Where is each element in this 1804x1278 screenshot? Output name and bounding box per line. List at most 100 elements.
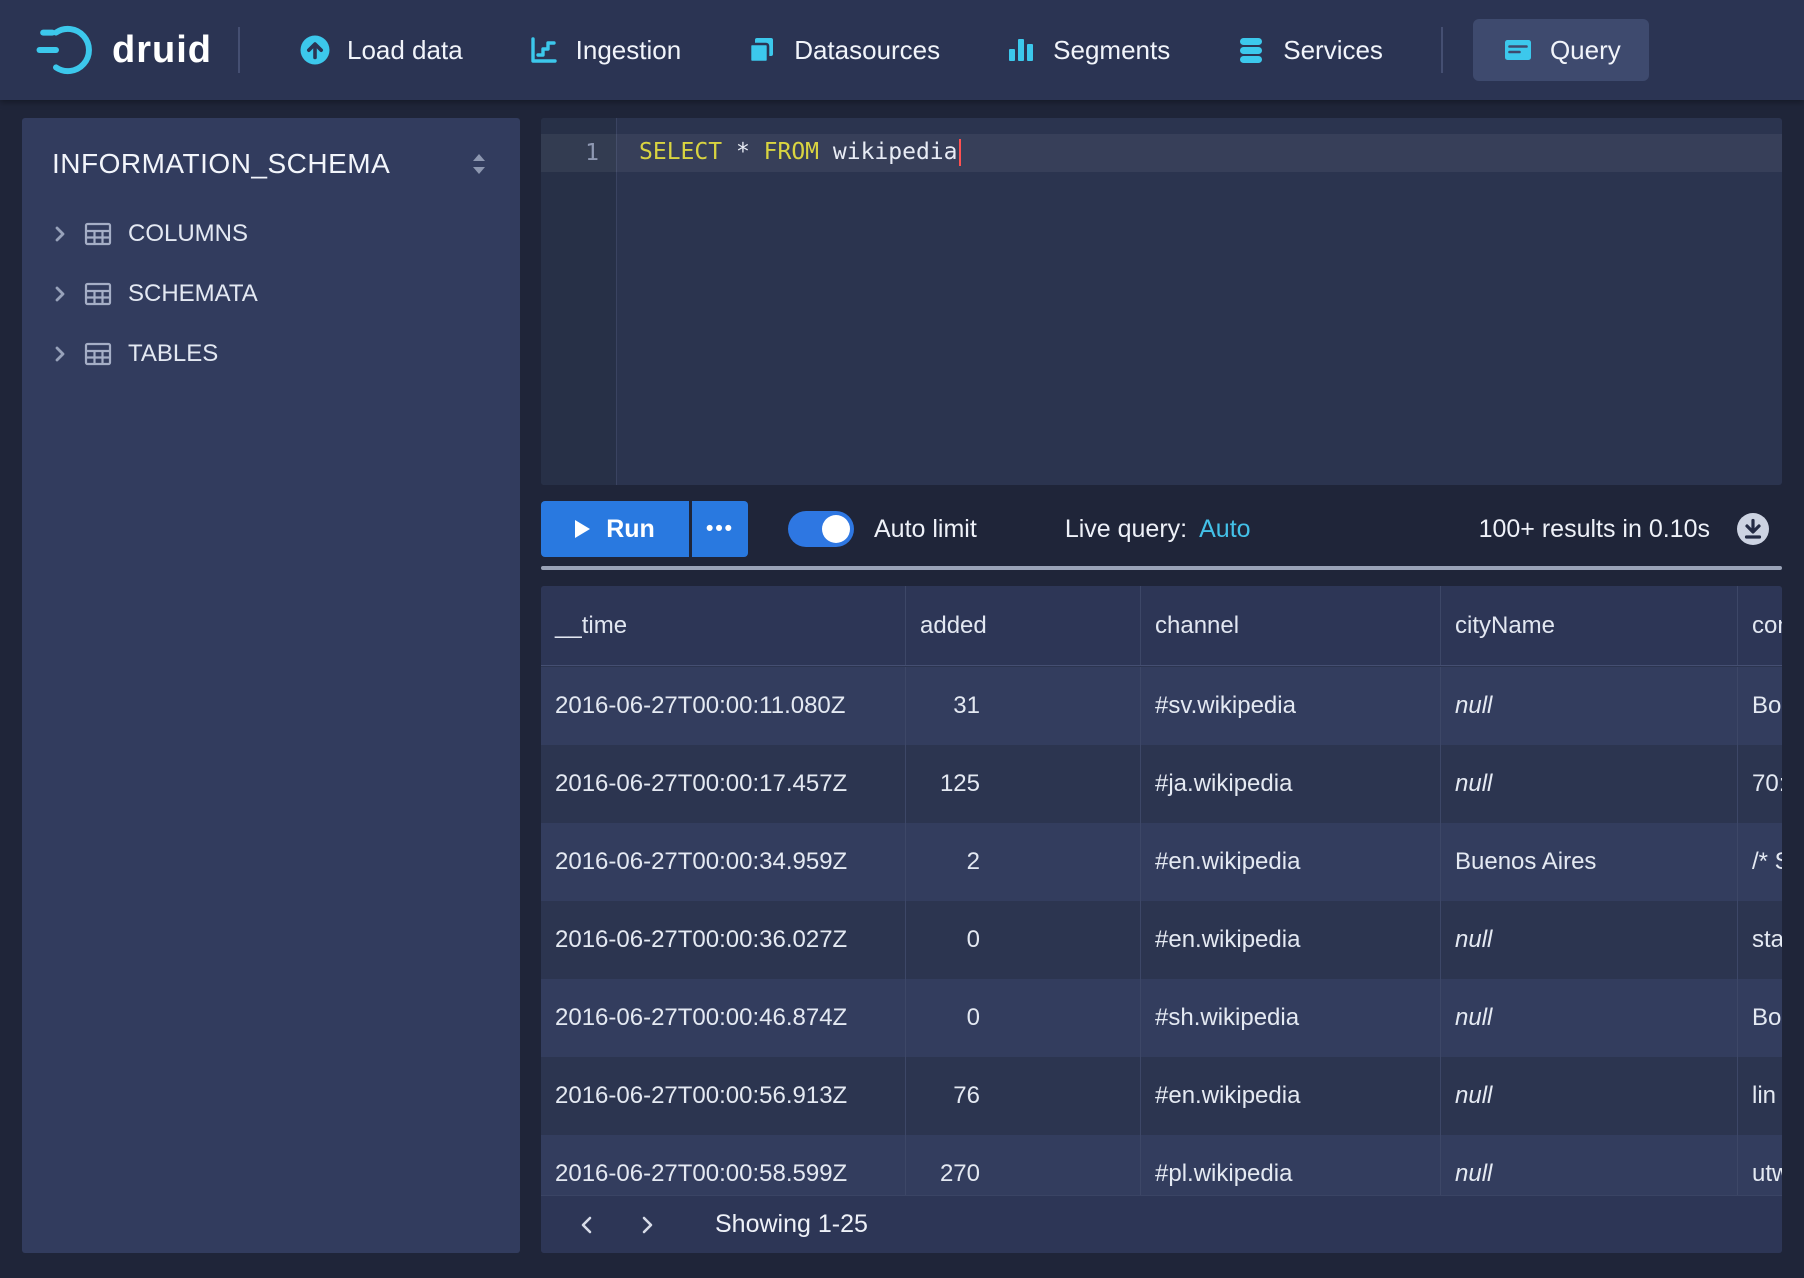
druid-logo-icon bbox=[34, 24, 100, 76]
table-grid-icon bbox=[84, 222, 112, 246]
cell-comment: Bo bbox=[1737, 979, 1782, 1057]
ingestion-chart-icon bbox=[527, 33, 561, 67]
sidebar-item-tables[interactable]: TABLES bbox=[22, 324, 520, 384]
column-header-channel[interactable]: channel bbox=[1140, 586, 1440, 665]
tree-item-label: COLUMNS bbox=[128, 220, 248, 248]
cell-time: 2016-06-27T00:00:46.874Z bbox=[541, 979, 905, 1057]
nav-query[interactable]: Query bbox=[1473, 19, 1649, 81]
next-page-button[interactable] bbox=[625, 1203, 669, 1247]
upload-icon bbox=[298, 33, 332, 67]
pagination-bar: Showing 1-25 bbox=[541, 1195, 1782, 1253]
table-row: 2016-06-27T00:00:34.959Z 2 #en.wikipedia… bbox=[541, 823, 1782, 901]
showing-range-label: Showing 1-25 bbox=[715, 1210, 868, 1239]
cell-added: 125 bbox=[905, 745, 1140, 823]
tree-item-label: TABLES bbox=[128, 340, 218, 368]
table-row: 2016-06-27T00:00:56.913Z 76 #en.wikipedi… bbox=[541, 1057, 1782, 1135]
cell-cityname: null bbox=[1440, 979, 1737, 1057]
nav-item-label: Query bbox=[1550, 35, 1621, 66]
results-divider-bar bbox=[541, 566, 1782, 570]
nav-load-data[interactable]: Load data bbox=[266, 0, 495, 100]
column-header-time[interactable]: __time bbox=[541, 586, 905, 665]
nav-item-label: Services bbox=[1283, 35, 1383, 66]
cell-channel: #en.wikipedia bbox=[1140, 823, 1440, 901]
cell-cityname: null bbox=[1440, 667, 1737, 745]
toggle-knob bbox=[822, 515, 850, 543]
nav-item-label: Load data bbox=[347, 35, 463, 66]
druid-brand[interactable]: druid bbox=[34, 24, 212, 76]
table-row: 2016-06-27T00:00:36.027Z 0 #en.wikipedia… bbox=[541, 901, 1782, 979]
previous-page-button[interactable] bbox=[565, 1203, 609, 1247]
table-grid-icon bbox=[84, 282, 112, 306]
cell-channel: #sh.wikipedia bbox=[1140, 979, 1440, 1057]
cell-comment: sta bbox=[1737, 901, 1782, 979]
table-header-row: __time added channel cityName com bbox=[541, 586, 1782, 666]
editor-line-1: 1 SELECT * FROM wikipedia bbox=[541, 139, 961, 166]
chevron-left-icon bbox=[578, 1214, 596, 1236]
cell-cityname: Buenos Aires bbox=[1440, 823, 1737, 901]
nav-segments[interactable]: Segments bbox=[972, 0, 1202, 100]
top-navbar: druid Load data Ingestion Datasources Se… bbox=[0, 0, 1804, 100]
run-button-label: Run bbox=[606, 515, 655, 544]
column-header-added[interactable]: added bbox=[905, 586, 1140, 665]
run-button[interactable]: Run bbox=[541, 501, 689, 557]
table-row: 2016-06-27T00:00:46.874Z 0 #sh.wikipedia… bbox=[541, 979, 1782, 1057]
cell-cityname: null bbox=[1440, 901, 1737, 979]
chevron-right-icon bbox=[52, 344, 68, 364]
column-header-cityname[interactable]: cityName bbox=[1440, 586, 1737, 665]
nav-datasources[interactable]: Datasources bbox=[713, 0, 972, 100]
schema-title: INFORMATION_SCHEMA bbox=[52, 148, 390, 180]
services-database-icon bbox=[1234, 33, 1268, 67]
table-row: 2016-06-27T00:00:11.080Z 31 #sv.wikipedi… bbox=[541, 667, 1782, 745]
cell-time: 2016-06-27T00:00:56.913Z bbox=[541, 1057, 905, 1135]
chevron-right-icon bbox=[52, 224, 68, 244]
play-icon bbox=[575, 520, 590, 538]
nav-services[interactable]: Services bbox=[1202, 0, 1415, 100]
sidebar-item-schemata[interactable]: SCHEMATA bbox=[22, 264, 520, 324]
sql-statement: SELECT * FROM wikipedia bbox=[639, 139, 961, 166]
cell-added: 31 bbox=[905, 667, 1140, 745]
nav-item-label: Ingestion bbox=[576, 35, 682, 66]
navbar-divider bbox=[238, 27, 240, 73]
auto-limit-label: Auto limit bbox=[874, 515, 977, 544]
download-results-button[interactable] bbox=[1734, 510, 1772, 548]
cell-time: 2016-06-27T00:00:11.080Z bbox=[541, 667, 905, 745]
cell-comment: 70: bbox=[1737, 745, 1782, 823]
cell-added: 0 bbox=[905, 901, 1140, 979]
cell-comment: Bo bbox=[1737, 667, 1782, 745]
nav-ingestion[interactable]: Ingestion bbox=[495, 0, 714, 100]
live-query-label: Live query: bbox=[1065, 515, 1187, 544]
cell-cityname: null bbox=[1440, 1057, 1737, 1135]
schema-title-row: INFORMATION_SCHEMA bbox=[22, 118, 520, 204]
cell-cityname: null bbox=[1440, 745, 1737, 823]
table-grid-icon bbox=[84, 342, 112, 366]
cell-time: 2016-06-27T00:00:36.027Z bbox=[541, 901, 905, 979]
sql-editor[interactable]: 1 SELECT * FROM wikipedia bbox=[541, 118, 1782, 485]
cell-added: 0 bbox=[905, 979, 1140, 1057]
schema-sidebar: INFORMATION_SCHEMA COLUMNS SCHEMATA TABL… bbox=[22, 118, 520, 1253]
editor-gutter bbox=[541, 118, 617, 485]
cell-channel: #en.wikipedia bbox=[1140, 1057, 1440, 1135]
table-body: 2016-06-27T00:00:11.080Z 31 #sv.wikipedi… bbox=[541, 667, 1782, 1253]
cell-comment: /* S bbox=[1737, 823, 1782, 901]
more-options-button[interactable]: ••• bbox=[692, 501, 748, 557]
cell-channel: #en.wikipedia bbox=[1140, 901, 1440, 979]
datasources-stack-icon bbox=[745, 33, 779, 67]
live-query-mode-link[interactable]: Auto bbox=[1199, 515, 1250, 544]
download-icon bbox=[1734, 510, 1772, 548]
cell-added: 2 bbox=[905, 823, 1140, 901]
brand-name: druid bbox=[112, 29, 212, 72]
nav-item-label: Datasources bbox=[794, 35, 940, 66]
cell-channel: #ja.wikipedia bbox=[1140, 745, 1440, 823]
auto-limit-toggle[interactable] bbox=[788, 511, 854, 547]
segments-bars-icon bbox=[1004, 33, 1038, 67]
query-console-icon bbox=[1501, 33, 1535, 67]
text-cursor bbox=[959, 139, 962, 166]
chevron-right-icon bbox=[638, 1214, 656, 1236]
sidebar-item-columns[interactable]: COLUMNS bbox=[22, 204, 520, 264]
sort-double-caret-icon[interactable] bbox=[468, 151, 490, 177]
line-number: 1 bbox=[541, 140, 599, 166]
tree-item-label: SCHEMATA bbox=[128, 280, 258, 308]
cell-comment: lin bbox=[1737, 1057, 1782, 1135]
table-row: 2016-06-27T00:00:17.457Z 125 #ja.wikiped… bbox=[541, 745, 1782, 823]
column-header-comment[interactable]: com bbox=[1737, 586, 1782, 665]
